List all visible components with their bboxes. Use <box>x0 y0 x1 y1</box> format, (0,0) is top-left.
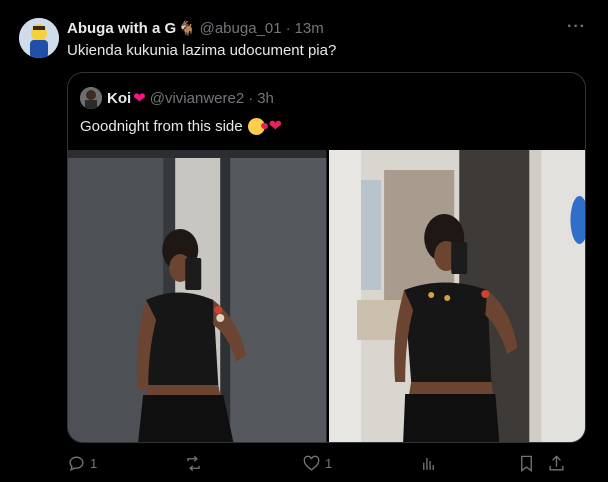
heart-icon: ❤ <box>133 90 146 107</box>
photo-grid <box>68 150 585 442</box>
reply-icon <box>69 456 84 471</box>
quoted-tweet[interactable]: Koi ❤ @vivianwere2 · 3h Goodnight from t… <box>67 72 586 443</box>
quote-time: 3h <box>257 89 274 107</box>
repost-button[interactable] <box>184 452 207 474</box>
tweet-time[interactable]: 13m <box>295 20 324 37</box>
separator: · <box>285 19 291 37</box>
quote-author-handle[interactable]: @vivianwere2 <box>150 90 244 107</box>
more-options-button[interactable]: ··· <box>567 18 586 36</box>
tweet-header: Abuga with a G 🐐 @abuga_01 · 13m <box>67 17 588 39</box>
author-handle[interactable]: @abuga_01 <box>200 20 282 37</box>
quote-author-avatar[interactable] <box>80 87 102 109</box>
separator: · <box>248 89 254 107</box>
quote-text: Goodnight from this side <box>80 117 243 135</box>
share-button[interactable] <box>547 452 566 474</box>
tweet-actions: 1 1 <box>67 452 588 474</box>
like-button[interactable]: 1 <box>302 452 332 474</box>
heart-outline-icon <box>303 455 320 471</box>
photo-2[interactable] <box>328 150 585 442</box>
reply-button[interactable]: 1 <box>67 452 97 474</box>
kissing-face-icon <box>247 117 265 135</box>
views-button[interactable] <box>419 452 442 474</box>
like-count: 1 <box>325 455 333 471</box>
red-heart-icon: ❤ <box>268 118 282 135</box>
bookmark-icon <box>521 455 532 472</box>
author-name[interactable]: Abuga with a G <box>67 20 176 37</box>
author-avatar[interactable] <box>19 18 59 58</box>
bookmark-button[interactable] <box>517 452 536 474</box>
repost-icon <box>187 455 200 471</box>
quote-text-row: Goodnight from this side ❤ <box>80 116 282 136</box>
quote-author-name[interactable]: Koi <box>107 90 131 107</box>
quote-header: Koi ❤ @vivianwere2 · 3h <box>80 87 274 109</box>
share-icon <box>549 454 564 471</box>
analytics-icon <box>423 457 434 470</box>
tweet-text: Ukienda kukunia lazima udocument pia? <box>67 42 337 59</box>
photo-1[interactable] <box>68 150 327 442</box>
goat-icon: 🐐 <box>178 19 196 36</box>
reply-count: 1 <box>90 455 98 471</box>
